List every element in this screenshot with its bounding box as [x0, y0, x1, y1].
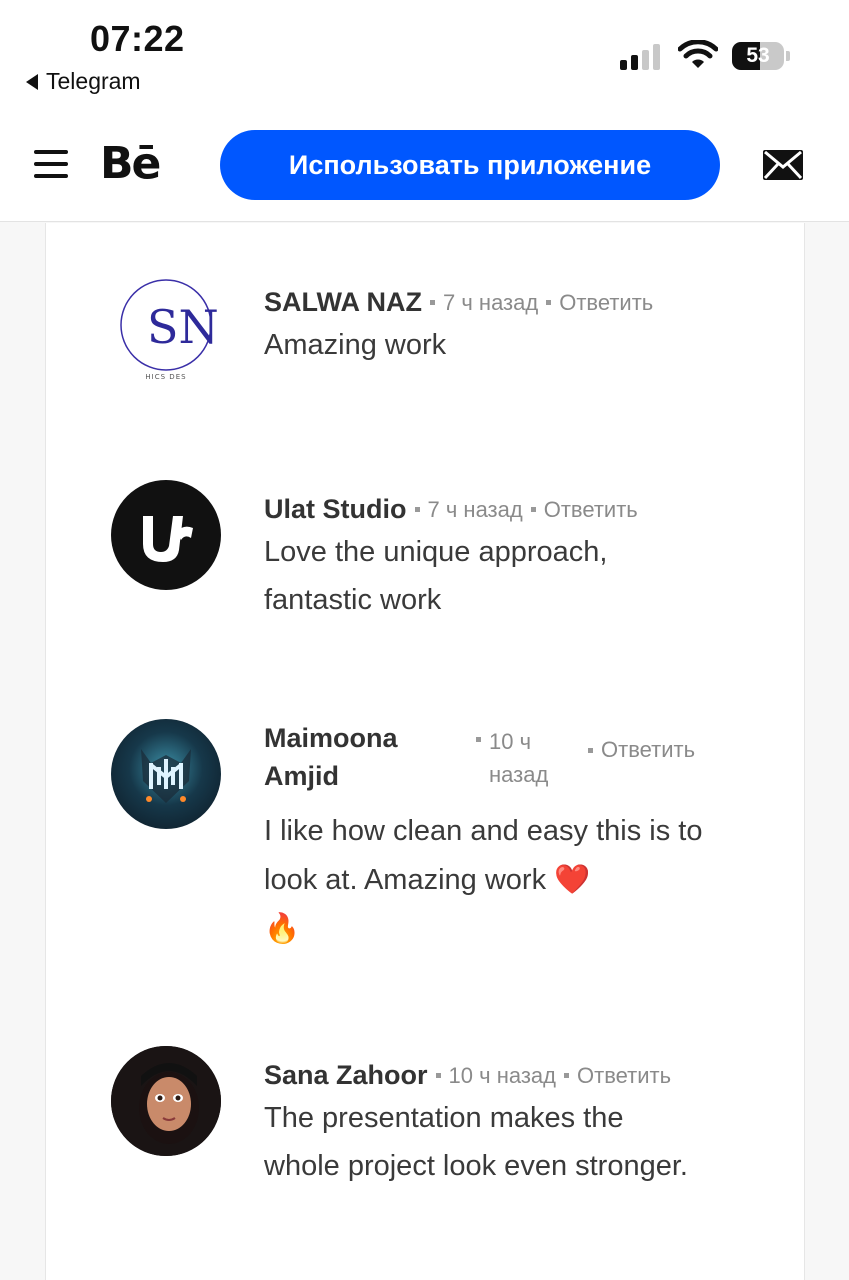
commenter-name[interactable]: Ulat Studio: [264, 494, 407, 525]
avatar[interactable]: SN HICS DES: [111, 273, 221, 383]
comment-time: 7 ч назад: [443, 289, 539, 315]
battery-cap: [786, 51, 790, 61]
fire-emoji-icon: 🔥: [264, 911, 301, 945]
comments-panel: SN HICS DES SALWA NAZ 7 ч назад Ответить…: [45, 223, 805, 1280]
reply-link[interactable]: Ответить: [544, 497, 638, 523]
comment-time: 7 ч назад: [427, 496, 523, 522]
cartoon-girl-avatar-image: [111, 1046, 221, 1156]
commenter-name[interactable]: Sana Zahoor: [264, 1060, 428, 1091]
status-bar: 07:22 Telegram 53: [0, 0, 849, 110]
reply-wrap: Ответить: [588, 737, 695, 763]
use-app-button[interactable]: Использовать приложение: [220, 130, 720, 200]
comment-time: 10 ч назад: [448, 1062, 556, 1088]
heart-emoji-icon: ❤️: [554, 862, 591, 896]
reply-link[interactable]: Ответить: [601, 737, 695, 763]
avatar[interactable]: [111, 719, 221, 829]
site-header: Bē Использовать приложение: [0, 110, 849, 222]
comment-meta: Maimoona Amjid 10 ч назад Ответить: [264, 719, 695, 795]
wolf-monogram-image: [141, 749, 191, 803]
comment-text: The presentation makes the whole project…: [264, 1102, 688, 1182]
comment-meta: Sana Zahoor 10 ч назад Ответить: [264, 1060, 671, 1091]
wifi-icon: [678, 40, 718, 68]
ulat-studio-logo: [143, 516, 193, 562]
sn-monogram-logo: SN HICS DES: [120, 279, 219, 381]
comment-meta: Ulat Studio 7 ч назад Ответить: [264, 494, 638, 525]
commenter-name[interactable]: Maimoona Amjid: [264, 719, 454, 795]
comment-time: 10 ч назад: [489, 729, 549, 787]
reply-link[interactable]: Ответить: [559, 290, 653, 316]
comment-meta: SALWA NAZ 7 ч назад Ответить: [264, 287, 653, 318]
comment-text-body: I like how clean and easy this is to loo…: [264, 815, 703, 896]
comment-text: Love the unique approach, fantastic work: [264, 536, 608, 616]
cellular-signal-icon: [620, 44, 660, 70]
hamburger-menu-icon[interactable]: [34, 150, 68, 178]
back-app-label: Telegram: [46, 68, 141, 94]
envelope-icon[interactable]: [763, 150, 803, 180]
battery-icon: 53: [732, 42, 784, 70]
commenter-name[interactable]: SALWA NAZ: [264, 287, 422, 318]
behance-logo[interactable]: Bē: [100, 138, 161, 189]
battery-percent: 53: [746, 44, 770, 67]
avatar[interactable]: [111, 480, 221, 590]
comment-text: Amazing work: [264, 329, 447, 361]
comment-time-wrap: 10 ч назад: [476, 725, 566, 791]
avatar[interactable]: [111, 1046, 221, 1156]
reply-link[interactable]: Ответить: [577, 1063, 671, 1089]
back-to-telegram-link[interactable]: Telegram: [26, 68, 141, 95]
svg-text:SN: SN: [147, 300, 219, 354]
back-arrow-icon: [26, 73, 38, 90]
svg-text:HICS DES: HICS DES: [145, 373, 186, 381]
comment-text: I like how clean and easy this is to loo…: [264, 807, 724, 953]
status-time: 07:22: [90, 18, 185, 59]
